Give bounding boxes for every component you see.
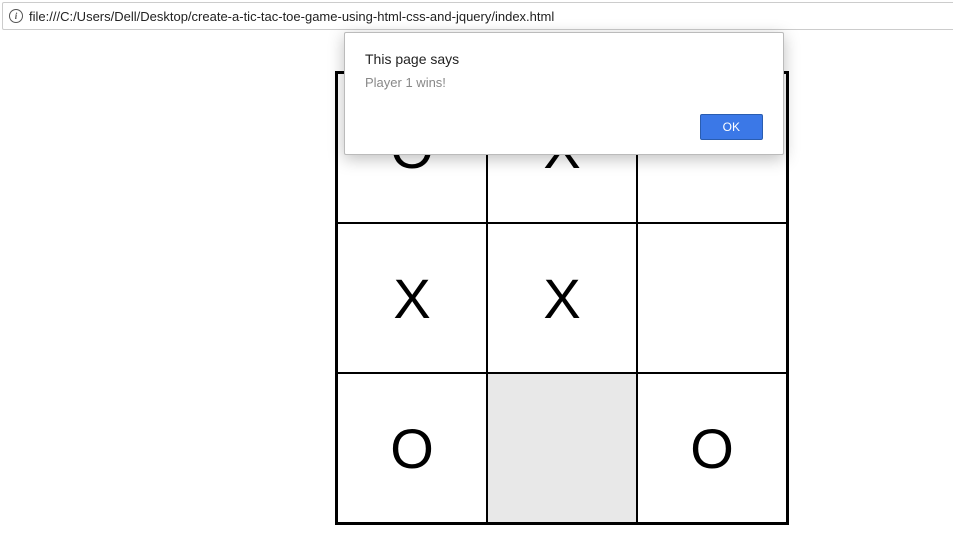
dialog-title: This page says bbox=[365, 51, 763, 67]
alert-dialog: This page says Player 1 wins! OK bbox=[344, 32, 784, 155]
cell-1-2[interactable] bbox=[637, 223, 787, 373]
url-text: file:///C:/Users/Dell/Desktop/create-a-t… bbox=[29, 9, 554, 24]
info-icon: i bbox=[9, 9, 23, 23]
dialog-actions: OK bbox=[365, 114, 763, 140]
cell-1-0[interactable]: X bbox=[337, 223, 487, 373]
address-bar[interactable]: i file:///C:/Users/Dell/Desktop/create-a… bbox=[2, 2, 953, 30]
dialog-message: Player 1 wins! bbox=[365, 75, 763, 90]
page-area: O X X X O O This page says Player 1 wins… bbox=[0, 32, 953, 557]
cell-2-2[interactable]: O bbox=[637, 373, 787, 523]
cell-2-0[interactable]: O bbox=[337, 373, 487, 523]
ok-button[interactable]: OK bbox=[700, 114, 763, 140]
cell-1-1[interactable]: X bbox=[487, 223, 637, 373]
cell-2-1[interactable] bbox=[487, 373, 637, 523]
